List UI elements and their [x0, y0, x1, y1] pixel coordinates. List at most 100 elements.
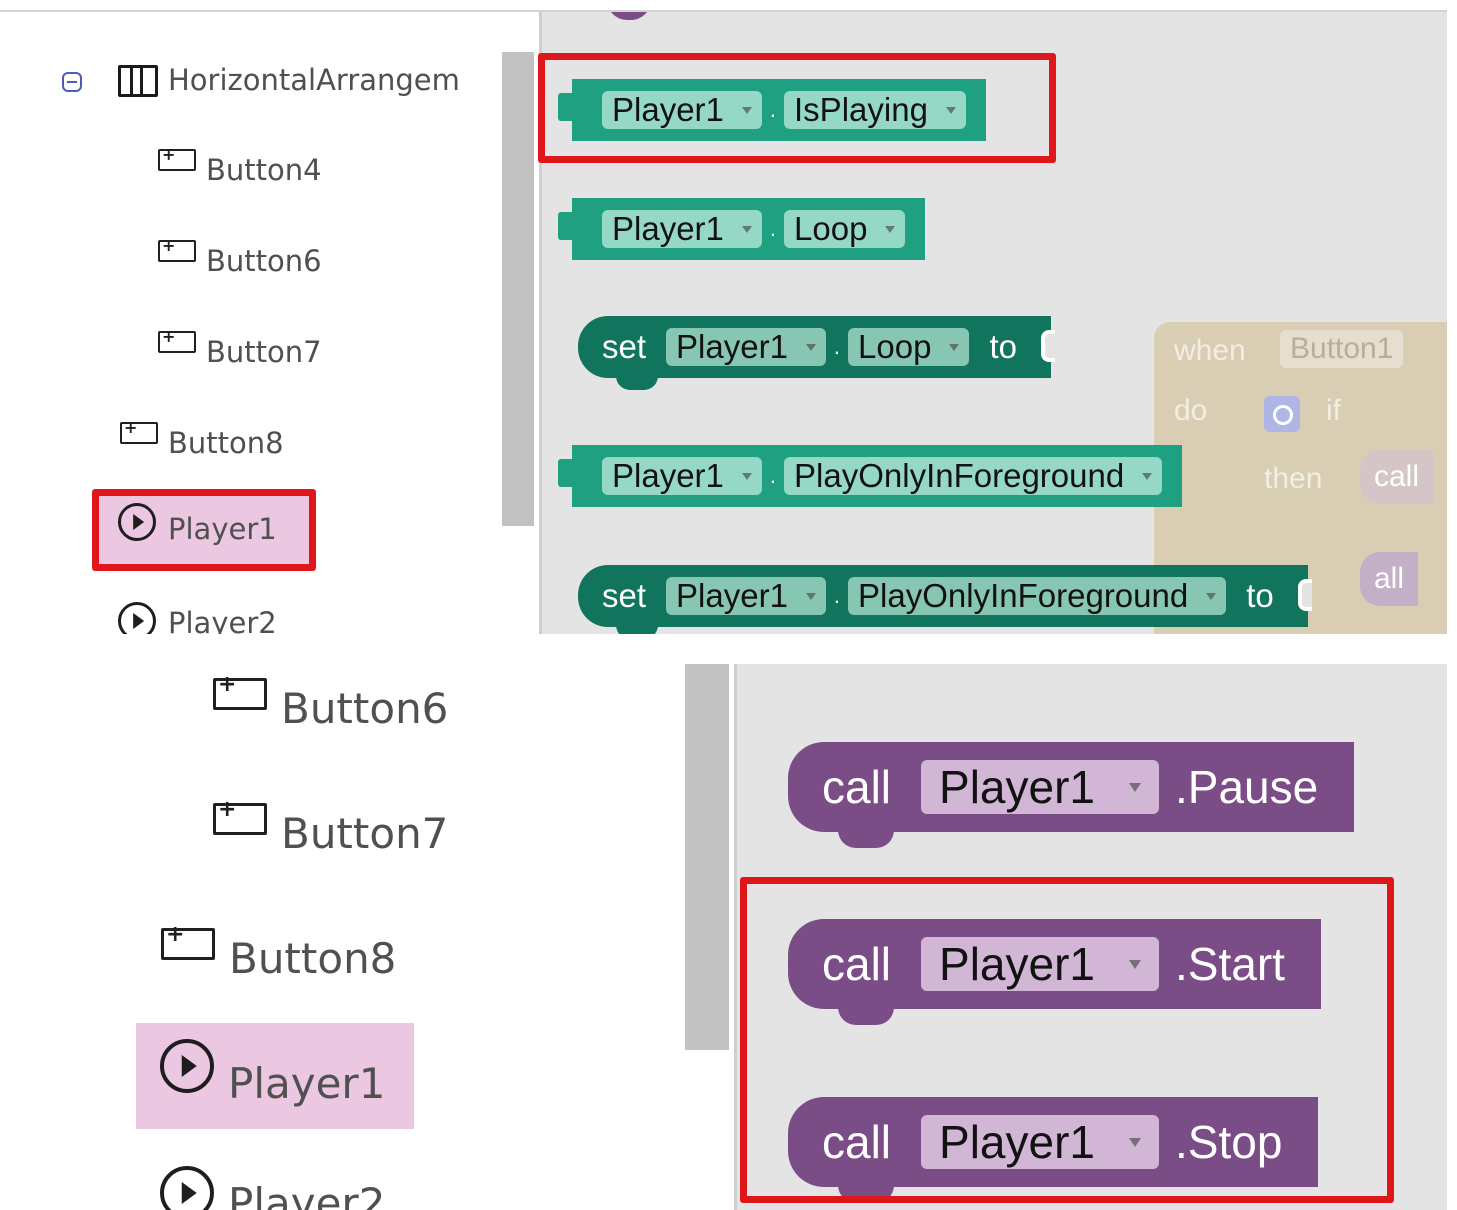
component-dropdown[interactable]: Player1 [921, 1115, 1159, 1169]
collapse-icon[interactable] [62, 72, 82, 92]
tree-item-label: Player1 [168, 512, 277, 546]
component-dropdown[interactable]: Player1 [602, 457, 762, 495]
to-label: to [1246, 577, 1274, 614]
player-icon [118, 503, 156, 541]
workspace-scrollbar[interactable] [680, 664, 734, 1210]
component-dropdown[interactable]: Player1 [602, 210, 762, 248]
to-label: to [989, 328, 1017, 365]
block-call-player1-start[interactable]: call Player1 .Start [788, 919, 1321, 1025]
tree-item-button7[interactable]: Button7 [158, 327, 322, 375]
dropdown-caret-icon [949, 343, 960, 351]
dot-separator: . [769, 216, 777, 241]
component-dropdown[interactable]: Player1 [666, 328, 826, 366]
block-player1-playonlyinforeground[interactable]: Player1 . PlayOnlyInForeground [557, 445, 1183, 507]
component-tree-bottom: Button6 Button7 Button8 Player1 Player2 [0, 664, 680, 1210]
event-component-dropdown[interactable]: Button1 [1280, 330, 1404, 368]
block-call-player1-stop[interactable]: call Player1 .Stop [788, 1097, 1319, 1203]
player-icon [118, 602, 156, 634]
dropdown-caret-icon [741, 472, 752, 480]
block-call-player1-pause[interactable]: call Player1 .Pause [788, 742, 1355, 848]
component-dropdown[interactable]: Player1 [921, 760, 1159, 814]
button-icon [158, 236, 196, 262]
gear-icon[interactable] [1264, 396, 1300, 432]
tree-item-button6[interactable]: Button6 [158, 236, 322, 284]
tree-item-horizontal-arrangement[interactable]: HorizontalArrangem [168, 57, 460, 103]
blocks-workspace-top[interactable]: when Button1 do if then call all Player1… [497, 12, 1447, 634]
button-icon [161, 922, 215, 960]
tree-item-button7[interactable]: Button7 [213, 797, 448, 865]
dropdown-text: Player1 [676, 328, 788, 365]
tree-item-label: HorizontalArrangem [168, 63, 460, 97]
event-when-label: when [1174, 334, 1246, 367]
tree-item-player1[interactable]: Player1 [136, 1023, 414, 1129]
dropdown-caret-icon [805, 343, 816, 351]
scrollbar-thumb[interactable] [685, 664, 729, 1050]
button-icon [120, 418, 158, 444]
tree-item-label: Button6 [206, 244, 322, 278]
dropdown-text: Player1 [939, 761, 1095, 813]
block-set-player1-loop[interactable]: set Player1 . Loop to [578, 316, 1055, 390]
tree-item-button4[interactable]: Button4 [158, 145, 322, 193]
dropdown-text: Player1 [939, 1116, 1095, 1168]
property-dropdown[interactable]: IsPlaying [784, 91, 966, 129]
player-icon [160, 1039, 214, 1093]
component-dropdown[interactable]: Player1 [602, 91, 762, 129]
property-dropdown[interactable]: Loop [784, 210, 906, 248]
button-icon [213, 797, 267, 835]
event-do-label: do [1174, 394, 1208, 427]
value-socket[interactable] [1297, 579, 1312, 611]
ghost-call-block[interactable]: call [1360, 450, 1434, 504]
dropdown-caret-icon [945, 106, 956, 114]
component-dropdown[interactable]: Player1 [921, 937, 1159, 991]
property-dropdown[interactable]: PlayOnlyInForeground [848, 577, 1227, 615]
block-player1-isplaying[interactable]: Player1 . IsPlaying [558, 79, 986, 141]
dropdown-text: Player1 [676, 577, 788, 614]
dropdown-text: PlayOnlyInForeground [858, 577, 1189, 614]
block-set-player1-playonlyinforeground[interactable]: set Player1 . PlayOnlyInForeground to [578, 565, 1312, 634]
blocks-workspace-bottom[interactable]: call Player1 .Pause call Player1 .Start … [680, 664, 1447, 1210]
property-dropdown[interactable]: Loop [848, 328, 970, 366]
dropdown-caret-icon [1129, 782, 1141, 792]
component-dropdown[interactable]: Player1 [666, 577, 826, 615]
tree-item-player2[interactable]: Player2 [160, 1162, 385, 1210]
block-player1-loop[interactable]: Player1 . Loop [557, 198, 926, 260]
dropdown-caret-icon [885, 225, 896, 233]
call-label: call [822, 938, 892, 990]
dropdown-text: Player1 [939, 938, 1095, 990]
component-tree-top: HorizontalArrangem Button4 Button6 Butto… [0, 12, 497, 634]
tree-item-button8[interactable]: Button8 [120, 418, 284, 466]
then-label: then [1264, 462, 1323, 495]
dropdown-caret-icon [741, 106, 752, 114]
dropdown-text: Player1 [612, 210, 724, 247]
dot-separator: . [769, 97, 777, 122]
tree-item-button8[interactable]: Button8 [161, 922, 396, 990]
dropdown-caret-icon [1129, 959, 1141, 969]
dot-separator: . [833, 583, 841, 608]
dot-separator: . [769, 463, 777, 488]
tree-item-button6[interactable]: Button6 [213, 672, 449, 740]
tree-item-label: Player2 [168, 606, 277, 634]
tree-item-label: Button8 [168, 426, 284, 460]
dropdown-text: Loop [794, 210, 868, 247]
property-dropdown[interactable]: PlayOnlyInForeground [784, 457, 1163, 495]
tree-item-label: Button6 [281, 683, 449, 733]
button-icon [213, 672, 267, 710]
workspace-edge [539, 12, 542, 634]
scrollbar-thumb[interactable] [502, 52, 534, 526]
dropdown-caret-icon [1142, 472, 1153, 480]
ghost-call-block-partial[interactable]: all [1360, 552, 1419, 606]
tree-item-player2[interactable]: Player2 [118, 600, 277, 634]
value-socket[interactable] [1041, 330, 1055, 362]
workspace-edge [734, 664, 737, 1210]
dot-separator: . [833, 334, 841, 359]
block-peek [607, 12, 651, 20]
tree-item-label: Button7 [206, 335, 322, 369]
call-label: call [822, 761, 892, 813]
if-label: if [1326, 394, 1341, 427]
dropdown-caret-icon [805, 592, 816, 600]
tree-item-label: Player2 [228, 1178, 386, 1210]
tree-item-player1[interactable]: Player1 [96, 491, 312, 567]
button-icon [158, 327, 196, 353]
workspace-scrollbar[interactable] [497, 12, 539, 634]
set-label: set [602, 328, 647, 365]
